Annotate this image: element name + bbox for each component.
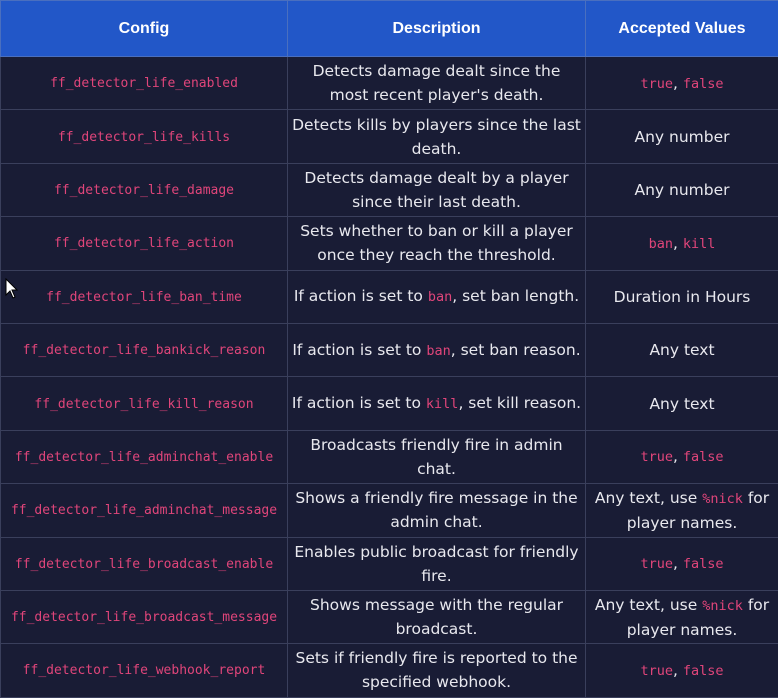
description-code: ban xyxy=(428,289,452,305)
description-cell: If action is set to ban, set ban reason. xyxy=(288,323,586,376)
accepted-code: false xyxy=(683,76,724,92)
table-row: ff_detector_life_kill_reason If action i… xyxy=(1,377,778,430)
accepted-cell: Any text xyxy=(586,377,778,430)
header-config: Config xyxy=(1,1,288,57)
description-code: kill xyxy=(426,396,459,412)
accepted-cell: Any number xyxy=(586,163,778,216)
accepted-code: false xyxy=(683,556,724,572)
header-description: Description xyxy=(288,1,586,57)
table-row: ff_detector_life_kills Detects kills by … xyxy=(1,110,778,163)
accepted-code: true xyxy=(640,663,673,679)
table-row: ff_detector_life_webhook_report Sets if … xyxy=(1,644,778,697)
accepted-code: true xyxy=(640,449,673,465)
description-text: , set kill reason. xyxy=(458,394,581,412)
config-key: ff_detector_life_adminchat_enable xyxy=(15,450,273,465)
config-key: ff_detector_life_damage xyxy=(54,183,234,198)
table-row: ff_detector_life_action Sets whether to … xyxy=(1,217,778,270)
table-row: ff_detector_life_damage Detects damage d… xyxy=(1,163,778,216)
accepted-code: %nick xyxy=(702,491,743,507)
accepted-cell: true, false xyxy=(586,57,778,110)
config-key: ff_detector_life_bankick_reason xyxy=(23,343,266,358)
config-key: ff_detector_life_broadcast_message xyxy=(11,610,277,625)
config-key: ff_detector_life_broadcast_enable xyxy=(15,557,273,572)
description-text: If action is set to xyxy=(294,287,423,305)
config-cell: ff_detector_life_action xyxy=(1,217,288,270)
config-key: ff_detector_life_kill_reason xyxy=(34,397,253,412)
table-row: ff_detector_life_bankick_reason If actio… xyxy=(1,323,778,376)
table-row: ff_detector_life_broadcast_enable Enable… xyxy=(1,537,778,590)
description-cell: If action is set to kill, set kill reaso… xyxy=(288,377,586,430)
config-key: ff_detector_life_kills xyxy=(58,130,230,145)
config-cell: ff_detector_life_adminchat_message xyxy=(1,484,288,537)
description-cell: Sets whether to ban or kill a player onc… xyxy=(288,217,586,270)
accepted-text: Any text, use xyxy=(595,596,697,614)
accepted-separator: , xyxy=(673,447,678,465)
description-cell: Shows message with the regular broadcast… xyxy=(288,590,586,643)
config-key: ff_detector_life_adminchat_message xyxy=(11,503,277,518)
accepted-separator: , xyxy=(673,661,678,679)
accepted-code: true xyxy=(640,76,673,92)
accepted-code: true xyxy=(640,556,673,572)
config-key: ff_detector_life_webhook_report xyxy=(23,663,266,678)
description-code: ban xyxy=(426,343,450,359)
config-cell: ff_detector_life_broadcast_message xyxy=(1,590,288,643)
table-row: ff_detector_life_enabled Detects damage … xyxy=(1,57,778,110)
table-row: ff_detector_life_broadcast_message Shows… xyxy=(1,590,778,643)
description-cell: If action is set to ban, set ban length. xyxy=(288,270,586,323)
accepted-code: ban xyxy=(649,236,673,252)
config-table: Config Description Accepted Values ff_de… xyxy=(0,0,778,698)
config-cell: ff_detector_life_broadcast_enable xyxy=(1,537,288,590)
header-accepted-values: Accepted Values xyxy=(586,1,778,57)
accepted-code: kill xyxy=(683,236,716,252)
description-cell: Detects damage dealt since the most rece… xyxy=(288,57,586,110)
accepted-separator: , xyxy=(673,554,678,572)
accepted-cell: Any text, use %nick for player names. xyxy=(586,484,778,537)
config-cell: ff_detector_life_webhook_report xyxy=(1,644,288,697)
table-row: ff_detector_life_adminchat_message Shows… xyxy=(1,484,778,537)
config-cell: ff_detector_life_kills xyxy=(1,110,288,163)
config-cell: ff_detector_life_adminchat_enable xyxy=(1,430,288,483)
description-cell: Sets if friendly fire is reported to the… xyxy=(288,644,586,697)
config-cell: ff_detector_life_ban_time xyxy=(1,270,288,323)
table-row: ff_detector_life_ban_time If action is s… xyxy=(1,270,778,323)
accepted-code: %nick xyxy=(702,598,743,614)
description-cell: Shows a friendly fire message in the adm… xyxy=(288,484,586,537)
accepted-separator: , xyxy=(673,74,678,92)
config-key: ff_detector_life_action xyxy=(54,236,234,251)
accepted-code: false xyxy=(683,663,724,679)
accepted-cell: Any text xyxy=(586,323,778,376)
accepted-cell: true, false xyxy=(586,644,778,697)
description-text: If action is set to xyxy=(292,394,421,412)
mouse-cursor-icon xyxy=(5,278,19,300)
accepted-code: false xyxy=(683,449,724,465)
description-text: , set ban length. xyxy=(452,287,579,305)
config-key: ff_detector_life_ban_time xyxy=(46,290,242,305)
config-cell: ff_detector_life_damage xyxy=(1,163,288,216)
accepted-text: Any text, use xyxy=(595,489,697,507)
accepted-separator: , xyxy=(673,234,678,252)
config-cell: ff_detector_life_enabled xyxy=(1,57,288,110)
accepted-cell: Duration in Hours xyxy=(586,270,778,323)
accepted-cell: Any number xyxy=(586,110,778,163)
accepted-cell: true, false xyxy=(586,537,778,590)
description-cell: Detects damage dealt by a player since t… xyxy=(288,163,586,216)
config-key: ff_detector_life_enabled xyxy=(50,76,238,91)
description-cell: Detects kills by players since the last … xyxy=(288,110,586,163)
description-cell: Enables public broadcast for friendly fi… xyxy=(288,537,586,590)
table-row: ff_detector_life_adminchat_enable Broadc… xyxy=(1,430,778,483)
config-cell: ff_detector_life_bankick_reason xyxy=(1,323,288,376)
description-cell: Broadcasts friendly fire in admin chat. xyxy=(288,430,586,483)
description-text: , set ban reason. xyxy=(451,341,581,359)
accepted-cell: ban, kill xyxy=(586,217,778,270)
config-cell: ff_detector_life_kill_reason xyxy=(1,377,288,430)
header-row: Config Description Accepted Values xyxy=(1,1,778,57)
accepted-cell: Any text, use %nick for player names. xyxy=(586,590,778,643)
accepted-cell: true, false xyxy=(586,430,778,483)
description-text: If action is set to xyxy=(292,341,421,359)
